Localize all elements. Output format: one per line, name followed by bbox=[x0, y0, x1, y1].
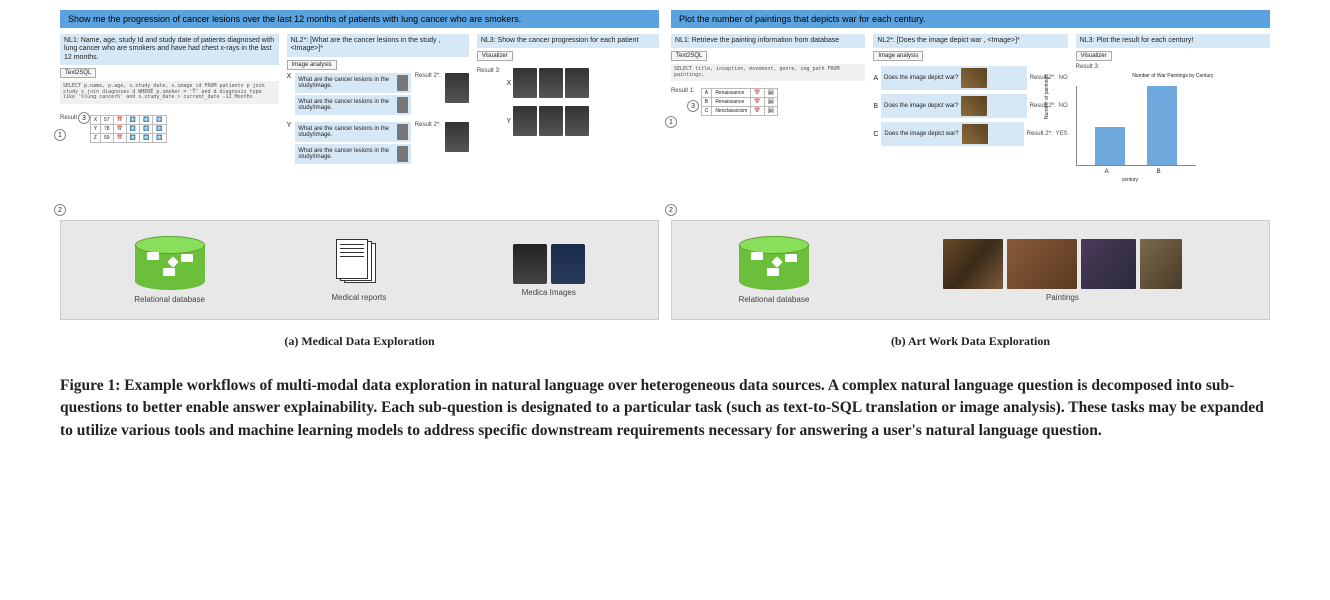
step-1-b: 1 bbox=[665, 116, 677, 128]
medical-images-icon bbox=[513, 244, 585, 284]
result2-label: Result 2*: bbox=[415, 73, 441, 115]
panel-b-col1: NL1: Retrieve the painting information f… bbox=[671, 34, 865, 214]
database-icon bbox=[135, 236, 205, 291]
img-q-y1: What are the cancer lesions in the study… bbox=[295, 122, 411, 142]
panel-b: Plot the number of paintings that depict… bbox=[671, 10, 1270, 349]
diagrams-row: Show me the progression of cancer lesion… bbox=[60, 10, 1270, 349]
images-label: Medica Images bbox=[522, 288, 576, 297]
result3-label: Result 3: bbox=[477, 68, 501, 136]
xray-result-icon bbox=[445, 122, 469, 152]
panel-b-subcaption: (b) Art Work Data Exploration bbox=[671, 334, 1270, 349]
xray-icon bbox=[565, 68, 589, 98]
nl1-label: NL1: Name, age, study Id and study date … bbox=[60, 34, 279, 65]
result3-label-b: Result 3: bbox=[1076, 64, 1270, 70]
panel-a-col3: NL3: Show the cancer progression for eac… bbox=[477, 34, 659, 214]
image-analysis-tag: Image analysis bbox=[287, 60, 337, 70]
db-source: Relational database bbox=[134, 236, 205, 304]
img-q-y2: What are the cancer lesions in the study… bbox=[295, 144, 411, 164]
panel-a: Show me the progression of cancer lesion… bbox=[60, 10, 659, 349]
panel-b-col3: NL3: Plot the result for each century! V… bbox=[1076, 34, 1270, 214]
xray-icon bbox=[513, 106, 537, 136]
result2-label-y: Result 2*: bbox=[415, 122, 441, 164]
answer-yes: YES bbox=[1056, 131, 1068, 137]
answer-no: NO bbox=[1059, 103, 1068, 109]
paintings-label: Paintings bbox=[1046, 293, 1079, 302]
painting-thumb-icon bbox=[961, 68, 987, 88]
xray-thumb-icon bbox=[397, 124, 408, 140]
image-analysis-tag-b: Image analysis bbox=[873, 51, 923, 61]
panel-a-subcaption: (a) Medical Data Exploration bbox=[60, 334, 659, 349]
result1-table-b: ARenaissance📅🖼 BRenaissance📅🖼 CNeoclassi… bbox=[701, 88, 778, 116]
img-q-x1: What are the cancer lesions in the study… bbox=[295, 73, 411, 93]
database-icon bbox=[739, 236, 809, 291]
result1-table: X57📅🩻🩻🩻 Y78📅🩻🩻🩻 Z59📅🩻🩻🩻 bbox=[90, 115, 167, 143]
nl2-label: NL2*: [What are the cancer lesions in th… bbox=[287, 34, 469, 57]
xray-thumb-icon bbox=[397, 75, 408, 91]
chart-title: Number of War Paintings by Century bbox=[1076, 73, 1270, 79]
step-2: 2 bbox=[54, 204, 66, 216]
img-q-a: Does the image depict war? bbox=[881, 66, 1027, 90]
panel-b-header: Plot the number of paintings that depict… bbox=[671, 10, 1270, 28]
documents-icon bbox=[334, 239, 384, 289]
xray-thumb-icon bbox=[397, 146, 408, 162]
paintings-source: Paintings bbox=[922, 239, 1202, 302]
xray-icon bbox=[513, 68, 537, 98]
xray-icon bbox=[539, 106, 563, 136]
painting-thumb-icon bbox=[961, 96, 987, 116]
panel-b-sources: Relational database Paintings bbox=[671, 220, 1270, 320]
xray-result-icon bbox=[445, 73, 469, 103]
text2sql-tag-b: Text2SQL bbox=[671, 51, 707, 61]
paintings-icon bbox=[922, 239, 1202, 289]
panel-b-workflow: NL1: Retrieve the painting information f… bbox=[671, 34, 1270, 214]
figure-caption: Figure 1: Example workflows of multi-mod… bbox=[60, 375, 1270, 442]
sql-query-b: SELECT title, inception, movement, genre… bbox=[671, 64, 865, 81]
xray-thumb-icon bbox=[397, 97, 408, 113]
nl3-label: NL3: Show the cancer progression for eac… bbox=[477, 34, 659, 48]
bar-b bbox=[1147, 86, 1177, 165]
panel-a-workflow: NL1: Name, age, study Id and study date … bbox=[60, 34, 659, 214]
visualizer-tag-b: Visualizer bbox=[1076, 51, 1112, 61]
step-2-b: 2 bbox=[665, 204, 677, 216]
nl2-label-b: NL2*: [Does the image depict war , <Imag… bbox=[873, 34, 1067, 48]
db-source-b: Relational database bbox=[739, 236, 810, 304]
panel-a-header: Show me the progression of cancer lesion… bbox=[60, 10, 659, 28]
docs-source: Medical reports bbox=[332, 239, 387, 302]
nl3-label-b: NL3: Plot the result for each century! bbox=[1076, 34, 1270, 48]
step-1: 1 bbox=[54, 129, 66, 141]
step-3-b: 3 bbox=[687, 100, 699, 112]
img-q-x2: What are the cancer lesions in the study… bbox=[295, 95, 411, 115]
docs-label: Medical reports bbox=[332, 293, 387, 302]
xray-icon bbox=[539, 68, 563, 98]
panel-a-col2: NL2*: [What are the cancer lesions in th… bbox=[287, 34, 469, 214]
nl1-label-b: NL1: Retrieve the painting information f… bbox=[671, 34, 865, 48]
img-q-b: Does the image depict war? bbox=[881, 94, 1027, 118]
visualizer-tag: Visualizer bbox=[477, 51, 513, 61]
db-label: Relational database bbox=[134, 295, 205, 304]
sql-query: SELECT p.name, p.age, s.study_date, s.im… bbox=[60, 81, 279, 104]
bar-a bbox=[1095, 127, 1125, 165]
answer-no: NO bbox=[1059, 75, 1068, 81]
panel-b-col2: NL2*: [Does the image depict war , <Imag… bbox=[873, 34, 1067, 214]
painting-thumb-icon bbox=[962, 124, 988, 144]
step-3: 3 bbox=[78, 112, 90, 124]
panel-a-sources: Relational database Medical reports bbox=[60, 220, 659, 320]
xray-icon bbox=[565, 106, 589, 136]
bar-chart: A B century Number of paintings bbox=[1076, 86, 1196, 166]
text2sql-tag: Text2SQL bbox=[60, 68, 96, 78]
images-source: Medica Images bbox=[513, 244, 585, 297]
img-q-c: Does the image depict war? bbox=[881, 122, 1023, 146]
panel-a-col1: NL1: Name, age, study Id and study date … bbox=[60, 34, 279, 214]
db-label-b: Relational database bbox=[739, 295, 810, 304]
